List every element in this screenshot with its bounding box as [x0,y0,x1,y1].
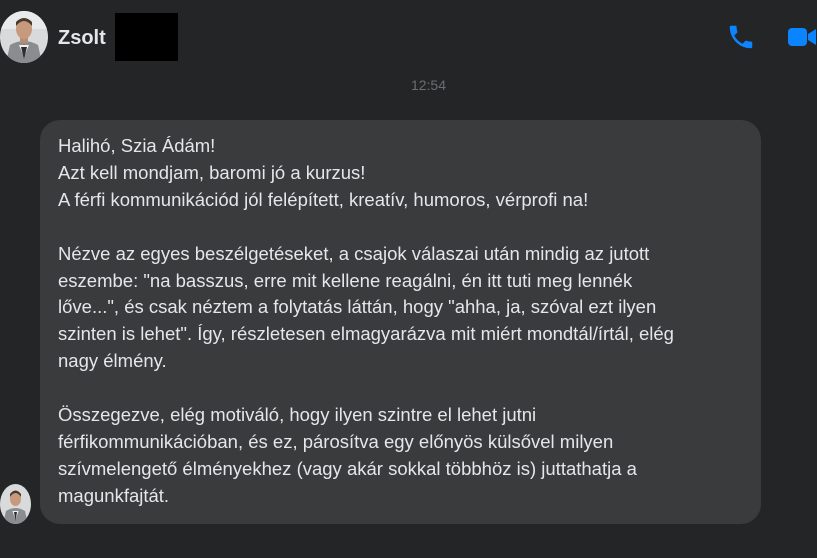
chat-header: Zsolt [0,0,817,74]
chat-window: Zsolt 12:54 Halihó, Szia Ádám! Azt kell … [0,0,817,558]
profile-photo-icon [0,484,31,524]
contact-avatar[interactable] [0,11,48,63]
contact-name[interactable]: Zsolt [58,26,106,50]
redaction-box [115,13,178,61]
video-camera-icon [788,28,816,46]
video-call-button[interactable] [786,23,817,51]
phone-icon [729,25,753,49]
audio-call-button[interactable] [726,22,756,52]
sender-avatar[interactable] [0,484,31,524]
message-timestamp: 12:54 [410,77,447,93]
message-text: Halihó, Szia Ádám! Azt kell mondjam, bar… [58,135,674,506]
profile-photo-icon [0,11,48,63]
